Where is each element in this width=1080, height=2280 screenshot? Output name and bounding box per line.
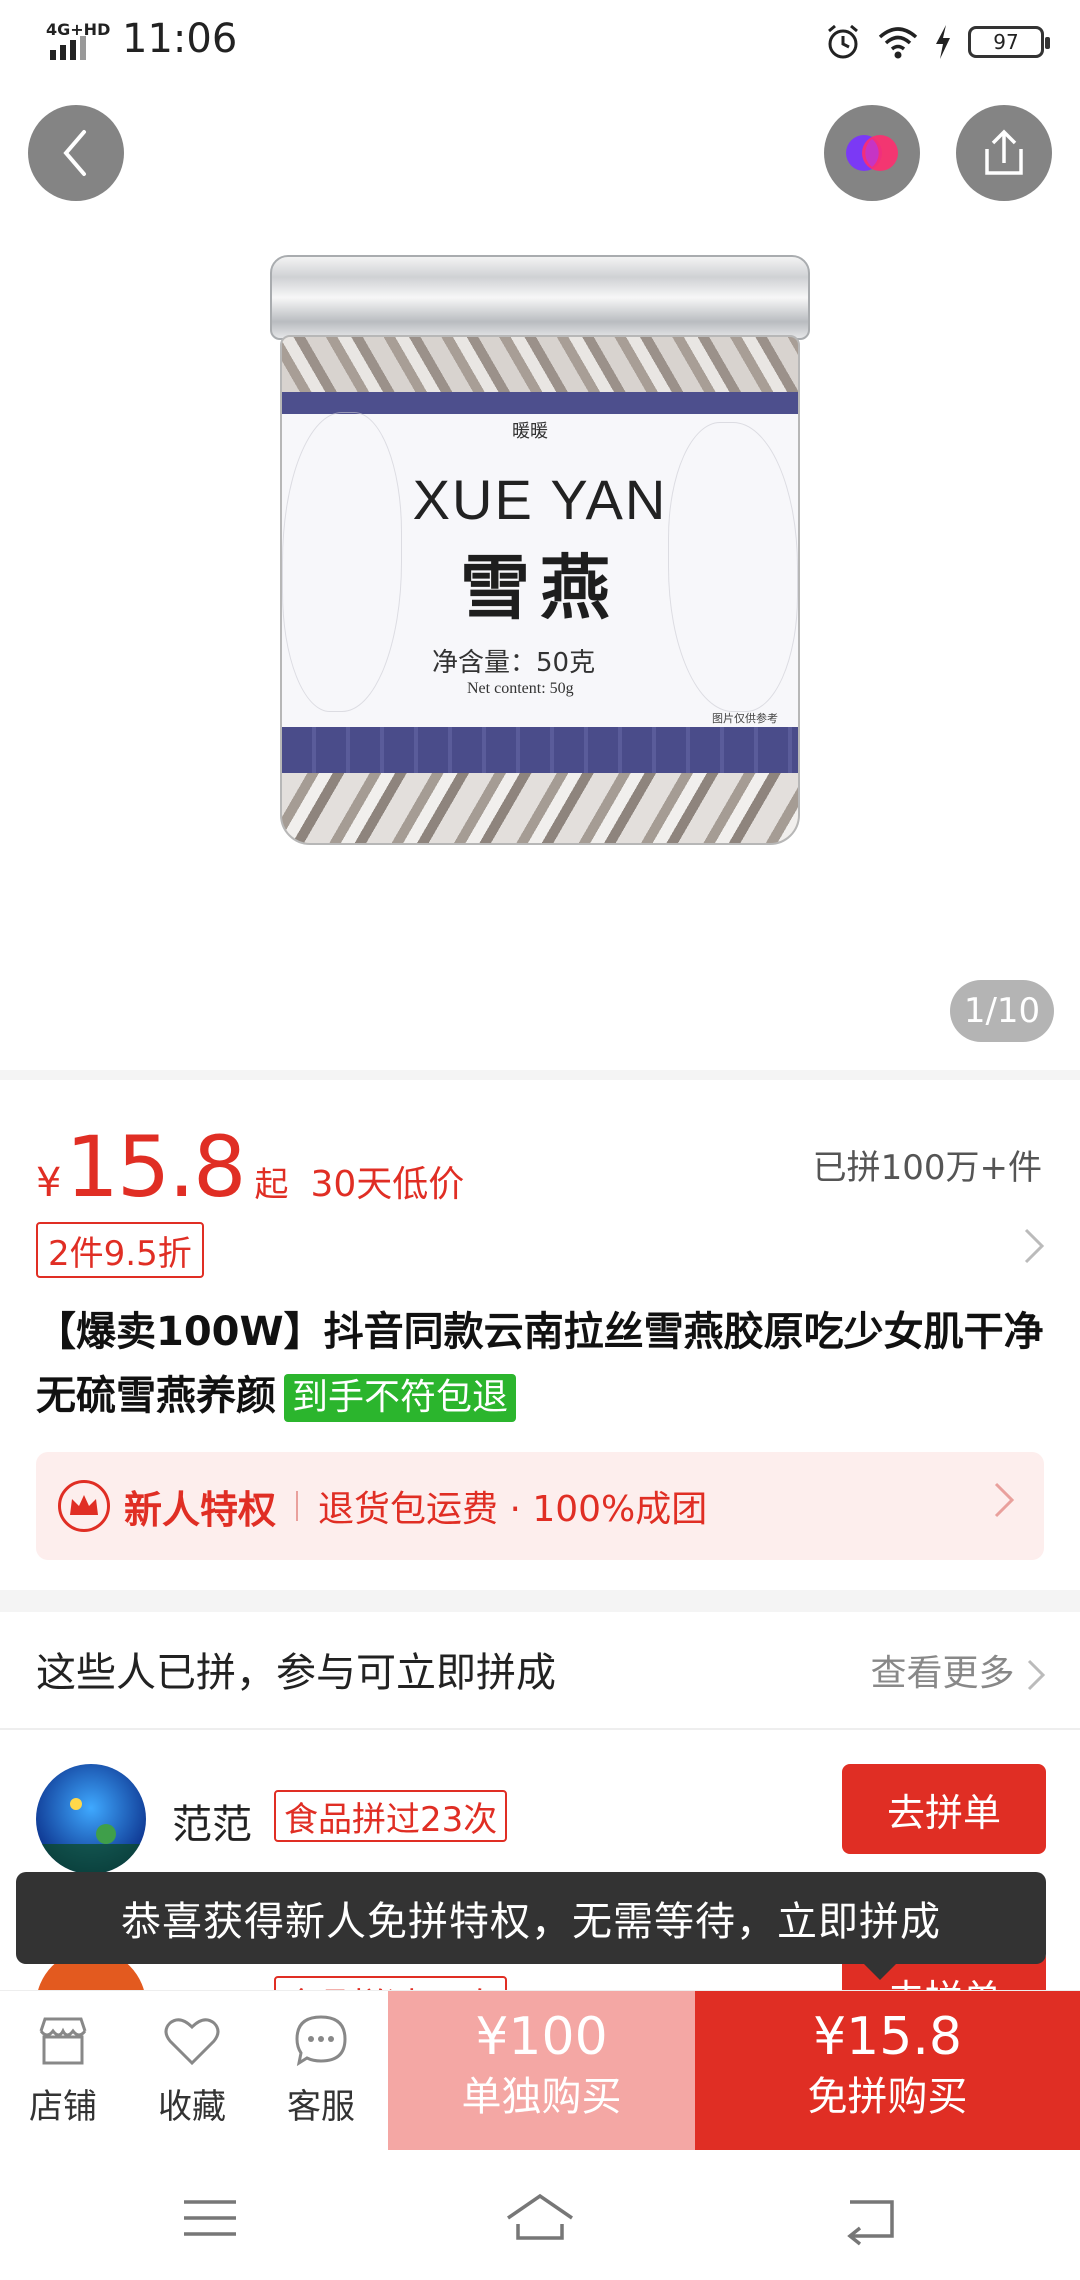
low-price-note: 30天低价 — [310, 1164, 465, 1205]
member-tag: 食品拼过23次 — [274, 1790, 508, 1842]
member-name: 范范 — [172, 1802, 252, 1848]
chevron-right-icon — [1027, 1659, 1046, 1691]
back-nav-icon[interactable] — [830, 2188, 910, 2248]
chat-icon — [295, 2015, 347, 2067]
view-more-link[interactable]: 查看更多 — [871, 1644, 1046, 1696]
battery-indicator: 97 — [968, 26, 1050, 58]
product-gallery[interactable]: 暖暖 XUE YAN 雪燕 净含量：50克 Net content: 50g 图… — [0, 90, 1080, 1070]
service-label: 客服 — [287, 2087, 355, 2127]
charging-icon — [936, 25, 950, 59]
price-suffix: 起 — [254, 1165, 289, 1205]
shop-label: 店铺 — [29, 2087, 97, 2127]
single-label: 单独购买 — [461, 2074, 622, 2120]
group-heading: 这些人已拼，参与可立即拼成 — [36, 1650, 556, 1696]
channel-logo-button[interactable] — [824, 105, 920, 201]
product-image: 暖暖 XUE YAN 雪燕 净含量：50克 Net content: 50g 图… — [270, 255, 810, 845]
heart-icon — [164, 2018, 220, 2066]
shop-button[interactable]: 店铺 — [8, 2013, 118, 2128]
buy-free-group-button[interactable]: ¥15.8 免拼购买 — [695, 1991, 1080, 2151]
label-english: XUE YAN — [412, 468, 668, 531]
bottom-action-bar: 店铺 收藏 客服 ¥100 单独购买 ¥15.8 免拼购买 — [0, 1990, 1080, 2151]
back-button[interactable] — [28, 105, 124, 201]
sold-count: 已拼100万+件 — [812, 1148, 1042, 1188]
return-guarantee-tag: 到手不符包退 — [284, 1374, 517, 1422]
label-net-content-en: Net content: 50g — [467, 680, 574, 697]
shop-icon — [39, 2017, 87, 2065]
privilege-text: 退货包运费 · 100%成团 — [318, 1489, 708, 1530]
duo-circle-logo-icon — [846, 135, 898, 171]
chevron-right-icon — [992, 1480, 1016, 1530]
favorite-button[interactable]: 收藏 — [137, 2013, 247, 2128]
section-divider — [0, 1590, 1080, 1612]
divider — [0, 1728, 1080, 1730]
chevron-right-icon[interactable] — [1022, 1226, 1046, 1276]
label-reference-note: 图片仅供参考 — [712, 712, 778, 725]
customer-service-button[interactable]: 客服 — [266, 2013, 376, 2128]
privilege-title: 新人特权 — [124, 1487, 277, 1532]
jar-lid — [270, 255, 810, 340]
share-button[interactable] — [956, 105, 1052, 201]
buy-single-button[interactable]: ¥100 单独购买 — [388, 1991, 695, 2151]
member-tag: 食品拼过39次 — [274, 1976, 508, 1990]
product-title-text: 【爆卖100W】抖音同款云南拉丝雪燕胶原吃少女肌干净无硫雪燕养颜 — [36, 1309, 1044, 1419]
newcomer-privilege-banner[interactable]: 新人特权 退货包运费 · 100%成团 — [36, 1452, 1044, 1560]
favorite-label: 收藏 — [158, 2087, 226, 2127]
label-chinese: 雪燕 — [460, 546, 620, 629]
label-net-content-cn: 净含量：50克 — [432, 648, 596, 678]
single-price: ¥100 — [475, 2007, 608, 2067]
menu-icon[interactable] — [170, 2188, 250, 2248]
toast-message: 恭喜获得新人免拼特权，无需等待，立即拼成 — [16, 1872, 1046, 1980]
divider — [0, 1070, 1080, 1080]
battery-level: 97 — [993, 30, 1019, 54]
alarm-icon — [828, 24, 858, 59]
view-more-label: 查看更多 — [870, 1653, 1015, 1694]
product-title: 【爆卖100W】抖音同款云南拉丝雪燕胶原吃少女肌干净无硫雪燕养颜 到手不符包退 — [36, 1300, 1046, 1428]
avatar — [36, 1764, 146, 1874]
system-navigation-bar — [0, 2150, 1080, 2280]
jar-label: 暖暖 XUE YAN 雪燕 净含量：50克 Net content: 50g 图… — [282, 392, 798, 782]
group-member-row: 范范 食品拼过23次 去拼单 — [36, 1764, 1046, 1874]
back-arrow-icon — [63, 130, 86, 176]
share-icon — [985, 129, 1023, 175]
home-icon[interactable] — [500, 2188, 580, 2248]
currency-symbol: ¥ — [36, 1160, 62, 1206]
status-time: 11:06 — [122, 16, 238, 62]
free-label: 免拼购买 — [807, 2074, 968, 2120]
signal-icon — [50, 36, 86, 60]
price-value: 15.8 — [65, 1118, 246, 1216]
join-group-button[interactable]: 去拼单 — [842, 1764, 1046, 1854]
status-bar: 4G+HD 11:06 97 — [0, 0, 1080, 90]
free-price: ¥15.8 — [813, 2007, 962, 2067]
discount-tag[interactable]: 2件9.5折 — [36, 1222, 204, 1278]
jar-body: 暖暖 XUE YAN 雪燕 净含量：50克 Net content: 50g 图… — [280, 335, 800, 845]
wifi-icon — [878, 27, 918, 59]
price-row: ¥ 15.8 起 30天低价 — [36, 1118, 465, 1216]
privilege-separator — [296, 1491, 299, 1521]
crown-icon — [58, 1480, 110, 1532]
image-page-indicator: 1/10 — [950, 980, 1054, 1042]
